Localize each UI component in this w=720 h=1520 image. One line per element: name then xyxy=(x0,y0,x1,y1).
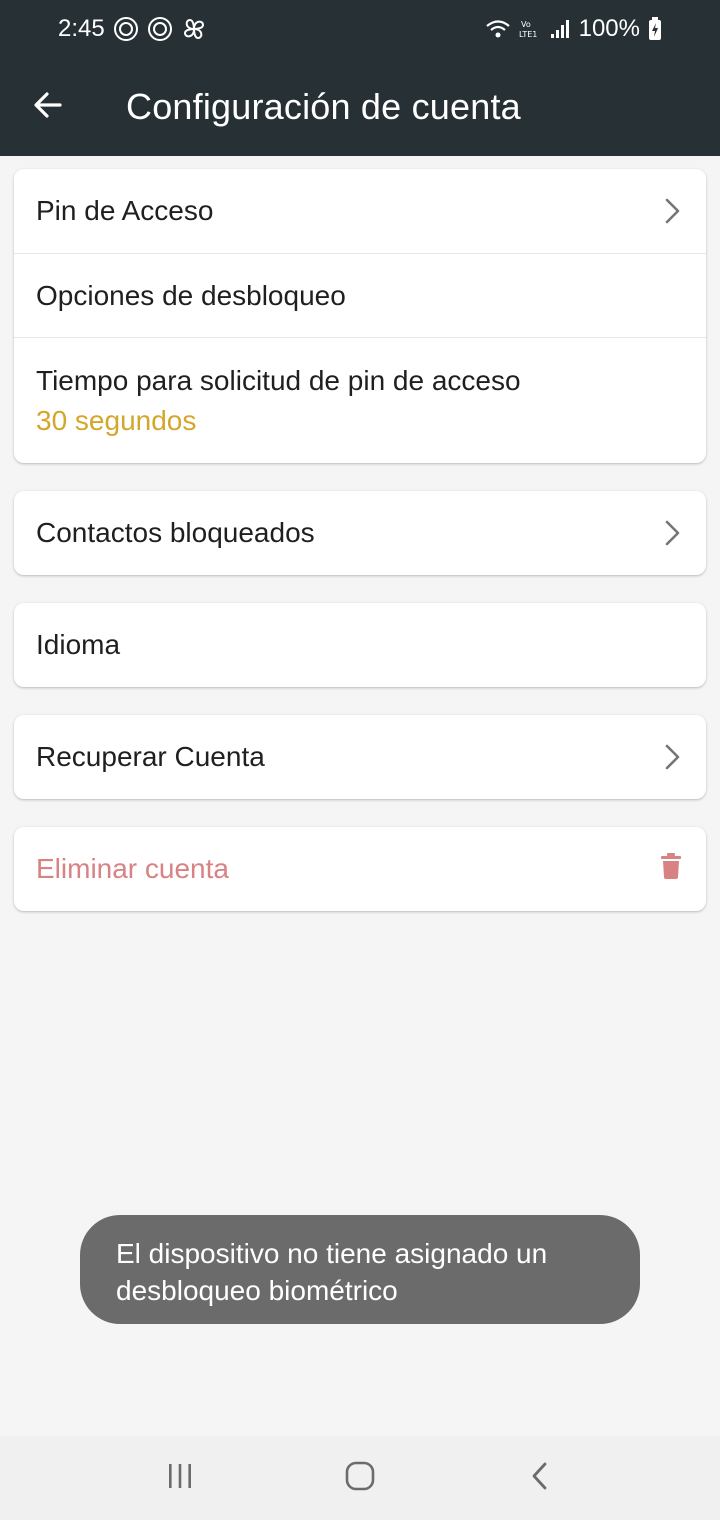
navigation-bar xyxy=(0,1436,720,1520)
svg-text:LTE1: LTE1 xyxy=(519,30,537,39)
trash-icon xyxy=(660,852,682,886)
blocked-contacts-label: Contactos bloqueados xyxy=(36,517,315,548)
blocked-contacts-card: Contactos bloqueados xyxy=(14,491,706,575)
page-title: Configuración de cuenta xyxy=(126,86,521,127)
pin-timeout-item[interactable]: Tiempo para solicitud de pin de acceso 3… xyxy=(14,337,706,463)
app-bar: Configuración de cuenta xyxy=(0,58,720,156)
pin-timeout-label: Tiempo para solicitud de pin de acceso xyxy=(36,364,521,396)
access-pin-item[interactable]: Pin de Acceso xyxy=(14,169,706,253)
battery-percent: 100% xyxy=(578,15,640,42)
delete-account-card: Eliminar cuenta xyxy=(14,827,706,911)
recent-apps-button[interactable] xyxy=(140,1443,220,1513)
delete-account-label: Eliminar cuenta xyxy=(36,853,229,884)
chevron-right-icon xyxy=(662,518,682,548)
back-button[interactable] xyxy=(0,58,96,156)
wifi-icon xyxy=(485,18,511,40)
home-button[interactable] xyxy=(320,1443,400,1513)
language-item[interactable]: Idioma xyxy=(14,603,706,687)
signal-icon xyxy=(549,18,571,40)
security-card: Pin de Acceso Opciones de desbloqueo Tie… xyxy=(14,169,706,463)
back-icon xyxy=(529,1461,551,1496)
toast-message: El dispositivo no tiene asignado un desb… xyxy=(80,1215,640,1324)
recover-account-card: Recuperar Cuenta xyxy=(14,715,706,799)
pin-timeout-value: 30 segundos xyxy=(36,404,197,436)
system-back-button[interactable] xyxy=(500,1443,580,1513)
volte-icon: Vo LTE1 xyxy=(519,18,541,40)
pinwheel-icon xyxy=(181,16,207,42)
notification-icon xyxy=(113,16,139,42)
unlock-options-item[interactable]: Opciones de desbloqueo xyxy=(14,253,706,337)
arrow-left-icon xyxy=(32,89,64,126)
recover-account-label: Recuperar Cuenta xyxy=(36,741,265,772)
status-bar-right: Vo LTE1 100% xyxy=(485,15,662,43)
language-label: Idioma xyxy=(36,629,121,660)
status-time: 2:45 xyxy=(58,15,105,42)
blocked-contacts-item[interactable]: Contactos bloqueados xyxy=(14,491,706,575)
svg-text:Vo: Vo xyxy=(521,20,531,29)
status-bar: 2:45 Vo LTE1 100% xyxy=(0,0,720,58)
recent-apps-icon xyxy=(166,1463,194,1494)
notification-icon xyxy=(147,16,173,42)
home-icon xyxy=(345,1461,375,1496)
language-card: Idioma xyxy=(14,603,706,687)
chevron-right-icon xyxy=(662,742,682,772)
recover-account-item[interactable]: Recuperar Cuenta xyxy=(14,715,706,799)
toast-text: El dispositivo no tiene asignado un desb… xyxy=(116,1238,548,1306)
unlock-options-label: Opciones de desbloqueo xyxy=(36,279,346,311)
chevron-right-icon xyxy=(662,196,682,226)
status-bar-left: 2:45 xyxy=(58,15,207,43)
battery-charging-icon xyxy=(648,17,662,41)
delete-account-item[interactable]: Eliminar cuenta xyxy=(14,827,706,911)
access-pin-label: Pin de Acceso xyxy=(36,195,214,226)
